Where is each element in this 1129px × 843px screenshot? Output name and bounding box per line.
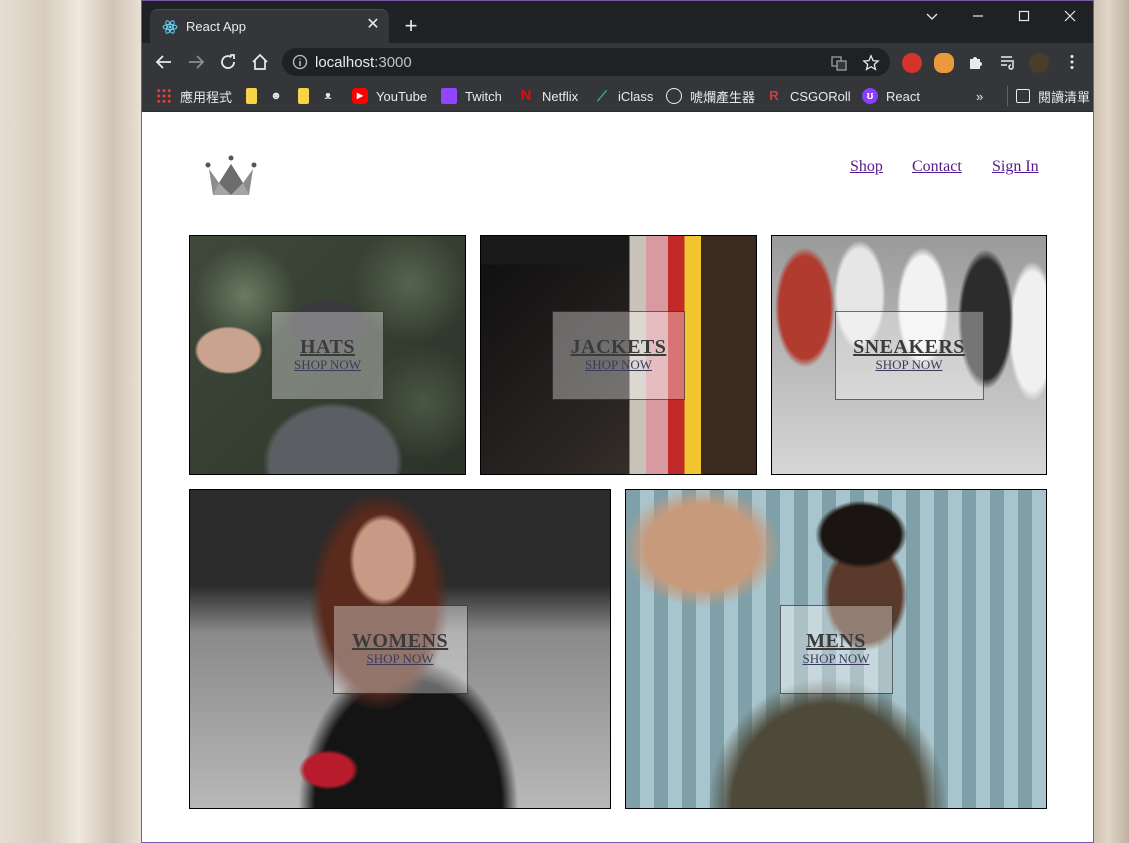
mens-title: MENS [806,630,866,652]
category-card-jackets[interactable]: JACKETS SHOP NOW [480,235,757,475]
title-bar: React App ✕ + [142,1,1093,43]
site-info-icon[interactable] [292,54,308,70]
iclass-icon: ⟋ [597,88,607,104]
react-icon [162,20,178,34]
tab-title: React App [186,19,246,34]
url-port: :3000 [374,54,412,71]
jackets-shop-now[interactable]: SHOP NOW [585,357,652,373]
extensions-puzzle-icon[interactable] [964,51,988,75]
sneakers-label-box[interactable]: SNEAKERS SHOP NOW [834,310,984,400]
bookmark-netflix-label: Netflix [542,88,579,104]
bookmarks-bar: 應用程式 ☻ ᴥ ▶ YouTube Twitch N Netflix ⟋ iC… [142,81,1093,112]
more-bookmarks-chevron-icon[interactable]: » [976,86,983,106]
back-arrow-icon[interactable] [152,51,176,75]
mens-label-box[interactable]: MENS SHOP NOW [779,604,893,694]
react-bookmark-icon: ʊ [862,88,878,104]
bookmark-csgoroll[interactable]: R CSGORoll [766,86,851,106]
yellow-folder-icon [298,88,309,104]
hats-label-box[interactable]: HATS SHOP NOW [271,310,384,400]
womens-label-box[interactable]: WOMENS SHOP NOW [332,604,468,694]
bookmark-apps-label: 應用程式 [180,89,233,105]
tab-react-app[interactable]: React App ✕ [150,9,389,43]
browser-toolbar: localhost:3000 [142,43,1093,81]
jackets-label-box[interactable]: JACKETS SHOP NOW [552,310,685,400]
youtube-icon: ▶ [352,88,368,104]
reading-list-label: 閱讀清單 [1038,89,1091,105]
adblock-extension-icon[interactable] [902,53,922,73]
bookmark-smiley[interactable]: ☻ [268,86,292,106]
url-host: localhost [315,54,375,71]
bookmark-apps[interactable]: 應用程式 [156,86,232,106]
sneakers-title: SNEAKERS [853,336,965,358]
womens-shop-now[interactable]: SHOP NOW [366,651,433,667]
desktop-background [1094,0,1129,843]
reading-list-button[interactable]: 閱讀清單 [1007,86,1090,106]
nav-sign-in-link[interactable]: Sign In [992,158,1039,176]
apps-grid-icon [156,88,172,104]
forward-arrow-icon[interactable] [184,51,208,75]
bookmark-iclass[interactable]: ⟋ iClass [594,86,653,106]
close-tab-icon[interactable]: ✕ [364,16,382,34]
bookmark-youtube-label: YouTube [376,88,428,104]
profile-avatar[interactable] [1029,53,1049,73]
bookmark-star-icon[interactable] [862,54,880,72]
category-card-mens[interactable]: MENS SHOP NOW [625,489,1047,809]
yellow-folder-icon [246,88,257,104]
browser-window: React App ✕ + localhost:3000 應用程式 ☻ ᴥ ▶ … [141,0,1094,843]
nav-shop-link[interactable]: Shop [850,158,883,176]
crown-logo-icon[interactable] [205,155,257,198]
url-text[interactable]: localhost:3000 [315,54,412,71]
sneakers-shop-now[interactable]: SHOP NOW [875,357,942,373]
reload-icon[interactable] [216,51,240,75]
bookmark-netflix[interactable]: N Netflix [518,86,579,106]
mens-shop-now[interactable]: SHOP NOW [802,651,869,667]
bookmark-react-label: React [886,88,920,104]
bookmark-react[interactable]: ʊ React [862,86,920,106]
menu-kebab-icon[interactable] [1060,51,1084,75]
bookmark-youtube[interactable]: ▶ YouTube [352,86,427,106]
bookmark-iclass-label: iClass [618,88,654,104]
category-card-hats[interactable]: HATS SHOP NOW [189,235,466,475]
bookmark-csgoroll-label: CSGORoll [790,88,851,104]
hats-title: HATS [300,336,355,358]
smiley-icon: ☻ [270,90,282,102]
csgoroll-icon: R [769,88,779,103]
nav-contact-link[interactable]: Contact [912,158,962,176]
minimize-icon[interactable] [958,5,998,29]
womens-title: WOMENS [351,630,449,652]
twitch-icon [441,88,457,104]
close-window-icon[interactable] [1050,5,1090,29]
category-card-sneakers[interactable]: SNEAKERS SHOP NOW [771,235,1047,475]
media-queue-icon[interactable] [996,51,1020,75]
bookmark-folder-1[interactable] [246,86,265,106]
translate-icon[interactable] [830,54,848,72]
reading-list-icon [1016,89,1030,103]
globe-icon [666,88,682,104]
address-bar[interactable]: localhost:3000 [282,48,890,76]
new-tab-plus-icon[interactable]: + [400,15,422,37]
page-content: Shop Contact Sign In HATS SHOP NOW JACKE… [142,112,1093,842]
maximize-icon[interactable] [1004,5,1044,29]
category-card-womens[interactable]: WOMENS SHOP NOW [189,489,611,809]
tab-search-chevron-icon[interactable] [912,5,952,29]
bookmark-twitch[interactable]: Twitch [441,86,502,106]
bookmark-creature[interactable]: ᴥ [320,86,344,106]
jackets-title: JACKETS [570,336,667,358]
bookmark-folder-2[interactable] [298,86,317,106]
home-icon[interactable] [248,51,272,75]
hats-shop-now[interactable]: SHOP NOW [294,357,361,373]
netflix-icon: N [520,87,532,104]
emoji-extension-icon[interactable] [934,53,954,73]
bookmark-twitch-label: Twitch [465,88,502,104]
bookmark-bullshit-generator-label: 唬爛產生器 [690,89,756,105]
creature-icon: ᴥ [324,90,332,102]
bookmark-bullshit-generator[interactable]: 唬爛產生器 [666,86,755,106]
